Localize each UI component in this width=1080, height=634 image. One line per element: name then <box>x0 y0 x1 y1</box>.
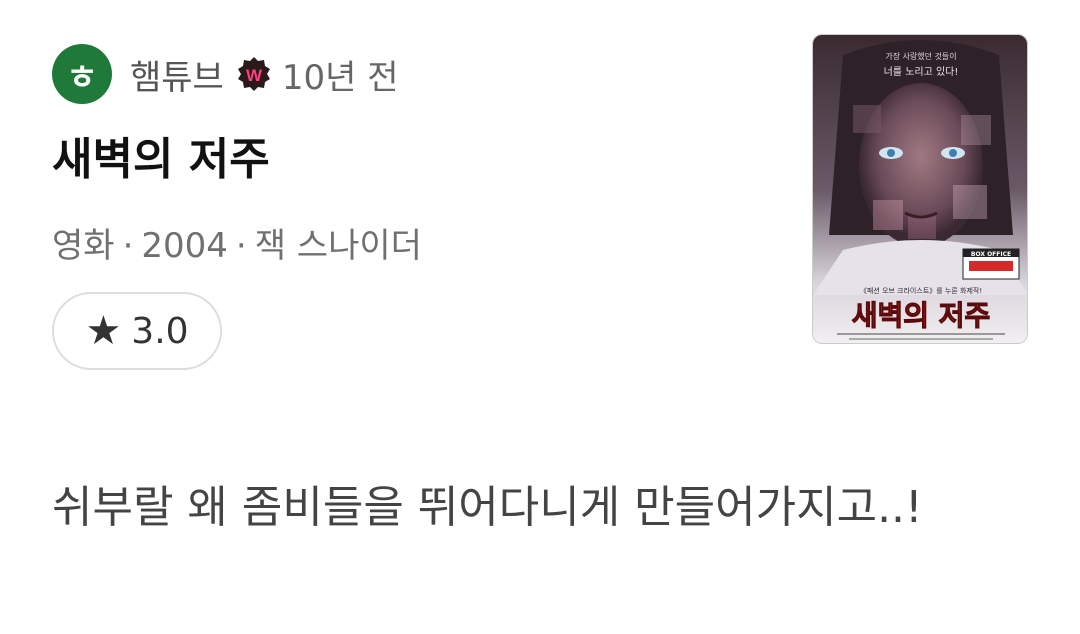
watcha-badge-icon: W <box>236 56 272 92</box>
poster-promo: 《패션 오브 크라이스트》를 누른 화제작! <box>860 286 982 295</box>
poster-tagline-2: 너를 노리고 있다! <box>884 66 959 78</box>
star-icon: ★ <box>85 308 122 354</box>
movie-poster[interactable]: 가장 사랑했던 것들이 너를 노리고 있다! BOX OFFICE 《패션 오브… <box>812 34 1028 344</box>
username[interactable]: 햄튜브 <box>130 50 224 99</box>
badge-letter: W <box>246 66 263 85</box>
movie-category: 영화 <box>52 226 115 266</box>
movie-meta: 영화 · 2004 · 잭 스나이더 <box>52 218 422 274</box>
review-header: ㅎ 햄튜브 W 10년 전 <box>52 44 398 104</box>
timestamp: 10년 전 <box>281 57 399 98</box>
avatar-letter: ㅎ <box>66 57 98 98</box>
poster-title: 새벽의 저주 <box>852 299 991 332</box>
avatar[interactable]: ㅎ <box>52 44 112 104</box>
poster-box-office: BOX OFFICE <box>971 251 1011 258</box>
rating-value: 3.0 <box>131 310 189 352</box>
movie-year: 2004 <box>141 226 228 266</box>
meta-separator: · <box>235 226 247 266</box>
review-text: 쉬부랄 왜 좀비들을 뛰어다니게 만들어가지고..! <box>52 482 923 533</box>
movie-title[interactable]: 새벽의 저주 <box>52 130 270 190</box>
poster-tagline-1: 가장 사랑했던 것들이 <box>885 51 956 61</box>
rating-chip: ★ 3.0 <box>52 292 222 370</box>
movie-director: 잭 스나이더 <box>254 226 422 266</box>
meta-separator: · <box>122 226 134 266</box>
